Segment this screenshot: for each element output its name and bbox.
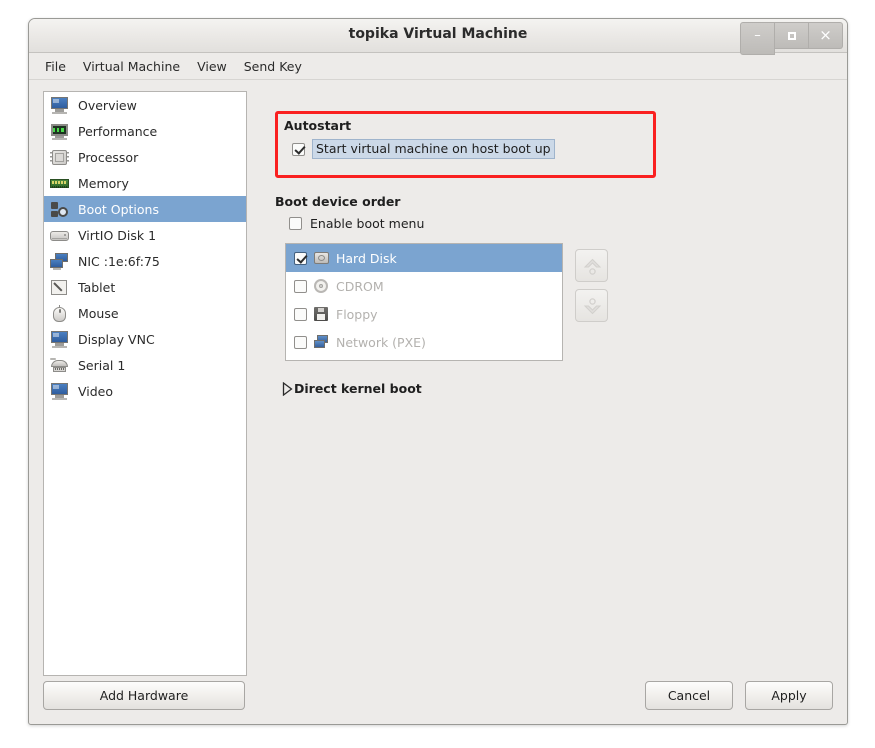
chevron-right-icon[interactable]: [275, 381, 293, 396]
boot-device-label: Network (PXE): [336, 334, 426, 350]
chevron-up-icon: [583, 258, 602, 275]
enable-boot-menu-label: Enable boot menu: [310, 216, 425, 231]
sidebar-item-label: Display VNC: [78, 331, 155, 347]
chevron-down-icon: [583, 298, 602, 315]
virtual-machine-window: topika Virtual Machine – × File Virtual …: [28, 18, 848, 725]
window-controls: – ×: [740, 22, 843, 55]
boot-device-row-network-pxe[interactable]: Network (PXE): [286, 328, 562, 356]
sidebar-item-mouse[interactable]: Mouse: [44, 300, 246, 326]
boot-device-list[interactable]: Hard Disk CDROM Floppy Network (PXE): [285, 243, 563, 361]
minimize-button[interactable]: –: [740, 22, 775, 55]
performance-icon: [50, 123, 69, 140]
nic-icon: [50, 252, 69, 270]
enable-boot-menu-checkbox[interactable]: [289, 217, 302, 230]
autostart-checkbox-row[interactable]: Start virtual machine on host boot up: [292, 139, 555, 159]
sidebar-item-label: Boot Options: [78, 201, 159, 217]
apply-button[interactable]: Apply: [745, 681, 833, 710]
tablet-icon: [50, 279, 69, 296]
sidebar-item-label: Performance: [78, 123, 158, 139]
boot-options-icon: [50, 201, 69, 218]
sidebar-item-serial-1[interactable]: Serial 1: [44, 352, 246, 378]
autostart-section-title: Autostart: [284, 118, 352, 133]
display-icon: [50, 330, 69, 348]
sidebar-item-display-vnc[interactable]: Display VNC: [44, 326, 246, 352]
maximize-button[interactable]: [775, 22, 809, 49]
boot-options-pane: Autostart Start virtual machine on host …: [257, 91, 833, 724]
sidebar-item-label: Serial 1: [78, 357, 126, 373]
sidebar-item-label: Memory: [78, 175, 129, 191]
sidebar-item-video[interactable]: Video: [44, 378, 246, 404]
sidebar-item-label: Tablet: [78, 279, 116, 295]
boot-device-label: Hard Disk: [336, 250, 397, 266]
menu-item-send-key[interactable]: Send Key: [236, 56, 310, 77]
boot-device-checkbox[interactable]: [294, 335, 307, 349]
serial-icon: [50, 357, 69, 374]
boot-device-checkbox[interactable]: [294, 279, 307, 293]
hardware-sidebar[interactable]: Overview Performance Processor Memory Bo…: [43, 91, 247, 676]
add-hardware-button[interactable]: Add Hardware: [43, 681, 245, 710]
enable-boot-menu-row[interactable]: Enable boot menu: [289, 216, 424, 231]
sidebar-item-label: Mouse: [78, 305, 119, 321]
boot-device-label: CDROM: [336, 278, 384, 294]
minimize-icon: –: [754, 28, 761, 43]
boot-device-row-hard-disk[interactable]: Hard Disk: [286, 244, 562, 272]
autostart-highlight-box: Autostart Start virtual machine on host …: [275, 111, 656, 178]
sidebar-item-label: Video: [78, 383, 114, 399]
menu-item-file[interactable]: File: [37, 56, 74, 77]
menu-item-view[interactable]: View: [189, 56, 235, 77]
cancel-button[interactable]: Cancel: [645, 681, 733, 710]
maximize-icon: [787, 31, 796, 40]
direct-kernel-boot-expander[interactable]: Direct kernel boot: [275, 381, 422, 396]
close-button[interactable]: ×: [809, 22, 843, 49]
sidebar-item-label: Processor: [78, 149, 139, 165]
window-body: Overview Performance Processor Memory Bo…: [29, 79, 847, 724]
boot-device-checkbox[interactable]: [294, 251, 307, 265]
sidebar-item-processor[interactable]: Processor: [44, 144, 246, 170]
boot-device-row-cdrom[interactable]: CDROM: [286, 272, 562, 300]
boot-device-row-floppy[interactable]: Floppy: [286, 300, 562, 328]
menu-item-virtual-machine[interactable]: Virtual Machine: [75, 56, 188, 77]
boot-device-label: Floppy: [336, 306, 378, 322]
autostart-checkbox-label[interactable]: Start virtual machine on host boot up: [312, 139, 555, 159]
network-icon: [314, 335, 329, 349]
cdrom-icon: [314, 279, 329, 293]
window-title: topika Virtual Machine: [348, 26, 528, 42]
move-device-up-button[interactable]: [575, 249, 608, 282]
floppy-icon: [314, 307, 329, 321]
menu-bar: File Virtual Machine View Send Key: [29, 53, 847, 80]
sidebar-item-memory[interactable]: Memory: [44, 170, 246, 196]
sidebar-item-boot-options[interactable]: Boot Options: [44, 196, 246, 222]
sidebar-item-tablet[interactable]: Tablet: [44, 274, 246, 300]
memory-icon: [50, 175, 69, 192]
sidebar-item-label: VirtIO Disk 1: [78, 227, 157, 243]
autostart-checkbox[interactable]: [292, 142, 305, 156]
sidebar-item-label: Overview: [78, 97, 137, 113]
sidebar-item-virtio-disk-1[interactable]: VirtIO Disk 1: [44, 222, 246, 248]
boot-device-order-title: Boot device order: [275, 194, 401, 209]
move-device-down-button[interactable]: [575, 289, 608, 322]
title-bar: topika Virtual Machine – ×: [29, 19, 847, 55]
direct-kernel-boot-label: Direct kernel boot: [294, 381, 422, 396]
sidebar-item-label: NIC :1e:6f:75: [78, 253, 160, 269]
video-icon: [50, 382, 69, 400]
hard-disk-icon: [314, 251, 329, 265]
mouse-icon: [50, 304, 69, 322]
sidebar-item-overview[interactable]: Overview: [44, 92, 246, 118]
cpu-icon: [50, 149, 69, 166]
sidebar-item-performance[interactable]: Performance: [44, 118, 246, 144]
boot-device-checkbox[interactable]: [294, 307, 307, 321]
disk-icon: [50, 227, 69, 244]
monitor-icon: [50, 96, 69, 114]
close-icon: ×: [819, 26, 832, 44]
sidebar-item-nic[interactable]: NIC :1e:6f:75: [44, 248, 246, 274]
